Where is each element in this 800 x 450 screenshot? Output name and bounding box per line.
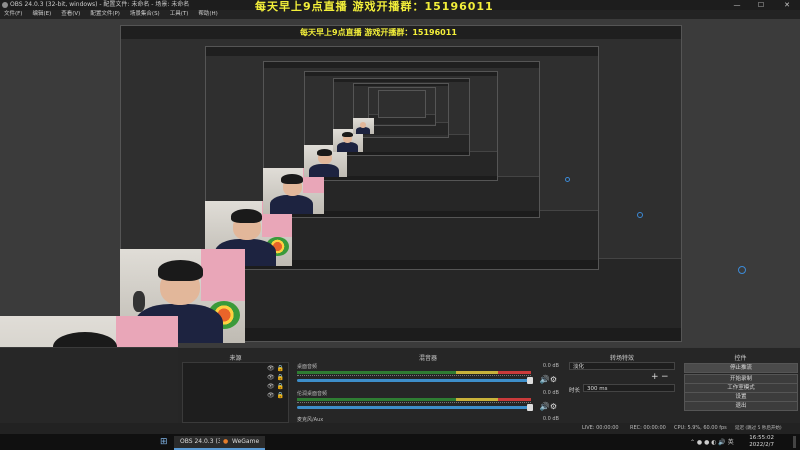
- volume-slider-handle[interactable]: [527, 377, 533, 384]
- exit-button[interactable]: 退出: [684, 401, 798, 411]
- maximize-button[interactable]: ☐: [750, 0, 772, 10]
- visibility-icon[interactable]: 👁 🔒: [267, 392, 284, 399]
- show-desktop-button[interactable]: [793, 436, 796, 448]
- wegame-icon: ●: [223, 438, 229, 445]
- visibility-icon[interactable]: 👁 🔒: [267, 365, 284, 372]
- menu-profile[interactable]: 配置文件(P): [90, 10, 120, 19]
- window-title: OBS 24.0.3 (32-bit, windows) - 配置文件: 未命名…: [10, 1, 190, 8]
- remove-transition-button[interactable]: −: [661, 372, 669, 382]
- taskbar: ⊞ OBS 24.0.3 (32-bit... ● WeGame ⌃ ● ● ◐…: [0, 434, 800, 450]
- visibility-icon[interactable]: 👁 🔒: [267, 383, 284, 390]
- volume-slider-handle[interactable]: [527, 404, 533, 411]
- cursor-icon: [565, 177, 570, 182]
- cursor-icon: [738, 266, 746, 274]
- transitions-title: 转场特效: [609, 355, 634, 362]
- close-button[interactable]: ✕: [776, 0, 798, 10]
- cpu-fps: CPU: 5.9%, 60.00 fps: [674, 425, 727, 431]
- taskbar-item-wegame[interactable]: ● WeGame: [220, 436, 266, 450]
- add-transition-button[interactable]: +: [651, 372, 659, 382]
- duration-input[interactable]: 300 ms: [583, 384, 675, 392]
- menu-edit[interactable]: 编辑(E): [32, 10, 51, 19]
- delay-status: 延迟 (跳过 5 秒后开始): [735, 426, 782, 431]
- menu-tools[interactable]: 工具(T): [170, 10, 189, 19]
- speaker-gear-icon[interactable]: 🔊⚙: [540, 375, 557, 384]
- menu-view[interactable]: 查看(V): [61, 10, 80, 19]
- duration-label: 时长: [569, 388, 581, 394]
- tray-icons[interactable]: ⌃ ● ● ◐ 🔊 英: [690, 437, 734, 446]
- dock-area: 来源 👁 🔒 👁 🔒 👁 🔒 👁 🔒 ⌃ ⌄ 混音器 桌面音频 0.0 dB 🔊…: [0, 347, 800, 435]
- stream-overlay-text: 每天早上9点直播 游戏开播群：15196011: [255, 0, 494, 13]
- speaker-gear-icon[interactable]: 🔊⚙: [540, 402, 557, 411]
- taskbar-clock[interactable]: 16:55:02 2022/2/7: [749, 435, 774, 449]
- nested-overlay-text: 每天早上9点直播 游戏开播群：15196011: [300, 28, 457, 37]
- transition-select[interactable]: 淡化: [569, 362, 675, 370]
- sources-dock: 来源 👁 🔒 👁 🔒 👁 🔒 👁 🔒 ⌃ ⌄: [178, 348, 294, 435]
- transitions-dock: 转场特效 淡化 + − 时长 300 ms: [563, 348, 682, 435]
- status-bar: LIVE: 00:00:00 REC: 00:00:00 CPU: 5.9%, …: [0, 423, 800, 434]
- menu-file[interactable]: 文件(F): [4, 10, 22, 19]
- sources-list[interactable]: 👁 🔒 👁 🔒 👁 🔒 👁 🔒: [182, 362, 289, 423]
- mixer-channel[interactable]: 桌面音频 0.0 dB 🔊⚙: [297, 363, 559, 387]
- controls-title: 控件: [734, 355, 747, 362]
- cursor-icon: [637, 212, 643, 218]
- mixer-dock: 混音器 桌面音频 0.0 dB 🔊⚙ 伦润桌面音频 0.0 dB 🔊⚙ 麦克风/…: [293, 348, 564, 435]
- live-timer: LIVE: 00:00:00: [582, 425, 619, 431]
- windows-start-icon[interactable]: ⊞: [160, 437, 168, 447]
- menu-scene-collection[interactable]: 场景集合(S): [130, 10, 160, 19]
- mixer-channel[interactable]: 伦润桌面音频 0.0 dB 🔊⚙: [297, 390, 559, 414]
- preview-canvas[interactable]: 每天早上9点直播 游戏开播群：15196011: [0, 19, 800, 347]
- rec-timer: REC: 00:00:00: [630, 425, 666, 431]
- obs-app-icon: [2, 2, 8, 8]
- minimize-button[interactable]: —: [726, 0, 748, 10]
- menu-help[interactable]: 帮助(H): [198, 10, 217, 19]
- stop-streaming-button[interactable]: 停止推流: [684, 363, 798, 373]
- sources-title: 来源: [229, 355, 242, 362]
- visibility-icon[interactable]: 👁 🔒: [267, 374, 284, 381]
- mixer-title: 混音器: [418, 355, 437, 362]
- webcam-feed: [0, 316, 178, 347]
- webcam-feed: [353, 118, 374, 134]
- nested-obs-window: [378, 90, 426, 118]
